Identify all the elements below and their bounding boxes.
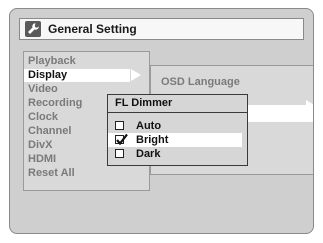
menu-item-playback[interactable]: Playback (28, 55, 76, 68)
submenu-item-osd-language[interactable]: OSD Language (161, 76, 240, 88)
option-dark[interactable]: Dark (108, 147, 242, 161)
checkbox-unchecked-icon[interactable] (115, 149, 124, 158)
checkbox-unchecked-icon[interactable] (115, 121, 124, 130)
fl-dimmer-dialog: FL Dimmer Auto Bright Dark (107, 94, 248, 166)
option-bright[interactable]: Bright (108, 133, 242, 147)
option-label: Auto (136, 120, 162, 132)
dialog-title: FL Dimmer (108, 95, 247, 113)
menu-item-channel[interactable]: Channel (28, 125, 71, 138)
submenu-selection-bar[interactable] (239, 105, 313, 122)
menu-item-recording[interactable]: Recording (28, 97, 82, 110)
option-label: Dark (136, 148, 161, 160)
title-bar: General Setting (19, 18, 304, 40)
menu-item-video[interactable]: Video (28, 83, 58, 96)
menu-item-hdmi[interactable]: HDMI (28, 153, 56, 166)
osd-screen: General Setting Playback Display Video R… (9, 8, 314, 234)
checkbox-checked-icon[interactable] (115, 134, 128, 146)
option-auto[interactable]: Auto (108, 119, 242, 133)
menu-item-divx[interactable]: DivX (28, 139, 52, 152)
wrench-icon (25, 21, 41, 37)
menu-item-reset-all[interactable]: Reset All (28, 167, 75, 180)
chevron-right-icon (131, 69, 141, 81)
menu-item-clock[interactable]: Clock (28, 111, 58, 124)
menu-item-display[interactable]: Display (24, 69, 130, 82)
chevron-right-icon (306, 100, 313, 112)
option-label: Bright (136, 134, 169, 146)
page-title: General Setting (48, 22, 137, 36)
